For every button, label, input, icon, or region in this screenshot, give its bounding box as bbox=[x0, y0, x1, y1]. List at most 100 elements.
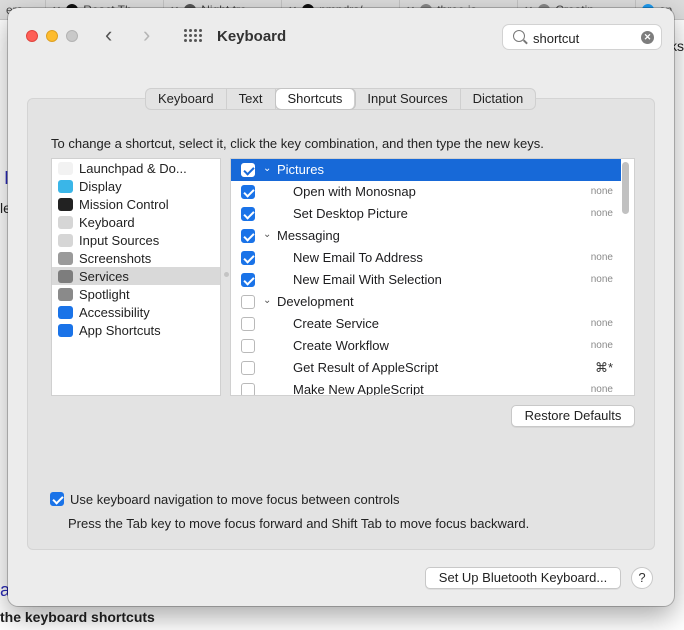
shortcut-checkbox[interactable] bbox=[241, 361, 255, 375]
shortcut-list-scrollbar[interactable] bbox=[622, 162, 629, 214]
shortcut-row[interactable]: Create Service none bbox=[231, 313, 621, 335]
category-label: Spotlight bbox=[79, 286, 130, 302]
keyboard-icon bbox=[58, 215, 73, 229]
help-button[interactable]: ? bbox=[631, 567, 653, 589]
shortcut-group-row[interactable]: ⌄ Pictures bbox=[231, 159, 621, 181]
setup-bluetooth-keyboard-button[interactable]: Set Up Bluetooth Keyboard... bbox=[425, 567, 621, 589]
shortcut-key[interactable]: none bbox=[591, 186, 613, 197]
shortcut-key[interactable]: none bbox=[591, 318, 613, 329]
shortcut-group-row[interactable]: ⌄ Development bbox=[231, 291, 621, 313]
shortcut-key[interactable]: none bbox=[591, 252, 613, 263]
keyboard-navigation-label: Use keyboard navigation to move focus be… bbox=[70, 492, 400, 507]
minimize-window-button[interactable] bbox=[46, 30, 58, 42]
category-item[interactable]: Accessibility bbox=[52, 303, 220, 321]
shortcut-row[interactable]: Open with Monosnap none bbox=[231, 181, 621, 203]
category-label: Accessibility bbox=[79, 304, 150, 320]
category-item[interactable]: Keyboard bbox=[52, 213, 220, 231]
tab-text[interactable]: Text bbox=[227, 89, 276, 109]
titlebar: ‹ › Keyboard ✕ bbox=[8, 8, 674, 64]
preference-tabs: Keyboard Text Shortcuts Input Sources Dictat… bbox=[145, 88, 537, 110]
instructions-text: To change a shortcut, select it, click t… bbox=[51, 136, 544, 151]
category-item[interactable]: Mission Control bbox=[52, 195, 220, 213]
chevron-down-icon[interactable]: ⌄ bbox=[263, 229, 271, 240]
shortcut-group-label: Pictures bbox=[277, 162, 324, 177]
category-list: Launchpad & Do... Display Mission Control K… bbox=[51, 158, 221, 396]
shortcut-row[interactable]: Create Workflow none bbox=[231, 335, 621, 357]
restore-defaults-button[interactable]: Restore Defaults bbox=[511, 405, 635, 427]
shortcut-row[interactable]: New Email To Address none bbox=[231, 247, 621, 269]
back-arrow-icon[interactable]: ‹ bbox=[105, 23, 112, 47]
input-sources-icon bbox=[58, 233, 73, 247]
category-item[interactable]: Spotlight bbox=[52, 285, 220, 303]
shortcut-checkbox[interactable] bbox=[241, 163, 255, 177]
shortcut-key[interactable]: ⌘* bbox=[595, 360, 613, 376]
shortcut-checkbox[interactable] bbox=[241, 185, 255, 199]
category-label: Input Sources bbox=[79, 232, 160, 248]
shortcut-checkbox[interactable] bbox=[241, 295, 255, 309]
category-label: Display bbox=[79, 178, 122, 194]
shortcut-row[interactable]: Make New AppleScript none bbox=[231, 379, 621, 396]
category-item[interactable]: Launchpad & Do... bbox=[52, 159, 220, 177]
shortcut-key[interactable]: none bbox=[591, 274, 613, 285]
keyboard-navigation-help-text: Press the Tab key to move focus forward … bbox=[68, 516, 530, 531]
keyboard-navigation-checkbox[interactable] bbox=[50, 492, 64, 506]
category-label: App Shortcuts bbox=[79, 322, 161, 338]
shortcut-row[interactable]: Get Result of AppleScript ⌘* bbox=[231, 357, 621, 379]
shortcut-label: Open with Monosnap bbox=[293, 184, 416, 199]
shortcut-key[interactable]: none bbox=[591, 208, 613, 219]
category-item[interactable]: Input Sources bbox=[52, 231, 220, 249]
shortcut-list: ⌄ Pictures Open with Monosnap none Set Deskt… bbox=[230, 158, 635, 396]
accessibility-icon bbox=[58, 305, 73, 319]
tab-keyboard[interactable]: Keyboard bbox=[146, 89, 227, 109]
category-label: Mission Control bbox=[79, 196, 169, 212]
shortcut-group-row[interactable]: ⌄ Messaging bbox=[231, 225, 621, 247]
shortcut-label: Set Desktop Picture bbox=[293, 206, 408, 221]
shortcut-row[interactable]: Set Desktop Picture none bbox=[231, 203, 621, 225]
shortcut-label: New Email To Address bbox=[293, 250, 423, 265]
shortcut-label: New Email With Selection bbox=[293, 272, 442, 287]
shortcut-checkbox[interactable] bbox=[241, 229, 255, 243]
shortcut-label: Create Service bbox=[293, 316, 379, 331]
category-label: Screenshots bbox=[79, 250, 152, 266]
tab-input-sources[interactable]: Input Sources bbox=[355, 89, 461, 109]
show-all-grid-icon[interactable] bbox=[184, 29, 202, 43]
shortcut-checkbox[interactable] bbox=[241, 339, 255, 353]
category-item[interactable]: Screenshots bbox=[52, 249, 220, 267]
shortcut-checkbox[interactable] bbox=[241, 207, 255, 221]
chevron-down-icon[interactable]: ⌄ bbox=[263, 163, 271, 174]
search-icon bbox=[513, 30, 525, 42]
shortcut-label: Get Result of AppleScript bbox=[293, 360, 439, 375]
close-window-button[interactable] bbox=[26, 30, 38, 42]
screenshots-icon bbox=[58, 251, 73, 265]
shortcut-group-label: Development bbox=[277, 294, 354, 309]
search-input[interactable] bbox=[533, 29, 633, 47]
category-label: Launchpad & Do... bbox=[79, 160, 187, 176]
shortcut-checkbox[interactable] bbox=[241, 383, 255, 395]
category-label: Services bbox=[79, 268, 129, 284]
list-resize-handle[interactable] bbox=[224, 272, 229, 277]
shortcut-label: Create Workflow bbox=[293, 338, 389, 353]
shortcut-label: Make New AppleScript bbox=[293, 382, 424, 396]
category-item[interactable]: Display bbox=[52, 177, 220, 195]
shortcut-checkbox[interactable] bbox=[241, 273, 255, 287]
category-item[interactable]: App Shortcuts bbox=[52, 321, 220, 339]
shortcut-group-label: Messaging bbox=[277, 228, 340, 243]
gear-icon bbox=[58, 269, 73, 283]
mission-control-icon bbox=[58, 197, 73, 211]
app-shortcuts-icon bbox=[58, 323, 73, 337]
shortcut-key[interactable]: none bbox=[591, 340, 613, 351]
zoom-window-button[interactable] bbox=[66, 30, 78, 42]
chevron-down-icon[interactable]: ⌄ bbox=[263, 295, 271, 306]
display-icon bbox=[58, 179, 73, 193]
forward-arrow-icon[interactable]: › bbox=[143, 23, 150, 47]
tab-dictation[interactable]: Dictation bbox=[461, 89, 536, 109]
spotlight-icon bbox=[58, 287, 73, 301]
shortcut-key[interactable]: none bbox=[591, 384, 613, 395]
shortcut-row[interactable]: New Email With Selection none bbox=[231, 269, 621, 291]
clear-search-icon[interactable]: ✕ bbox=[641, 31, 654, 44]
shortcut-checkbox[interactable] bbox=[241, 317, 255, 331]
shortcut-checkbox[interactable] bbox=[241, 251, 255, 265]
category-item[interactable]: Services bbox=[52, 267, 220, 285]
tab-shortcuts[interactable]: Shortcuts bbox=[275, 89, 356, 109]
search-field[interactable]: ✕ bbox=[502, 24, 662, 50]
